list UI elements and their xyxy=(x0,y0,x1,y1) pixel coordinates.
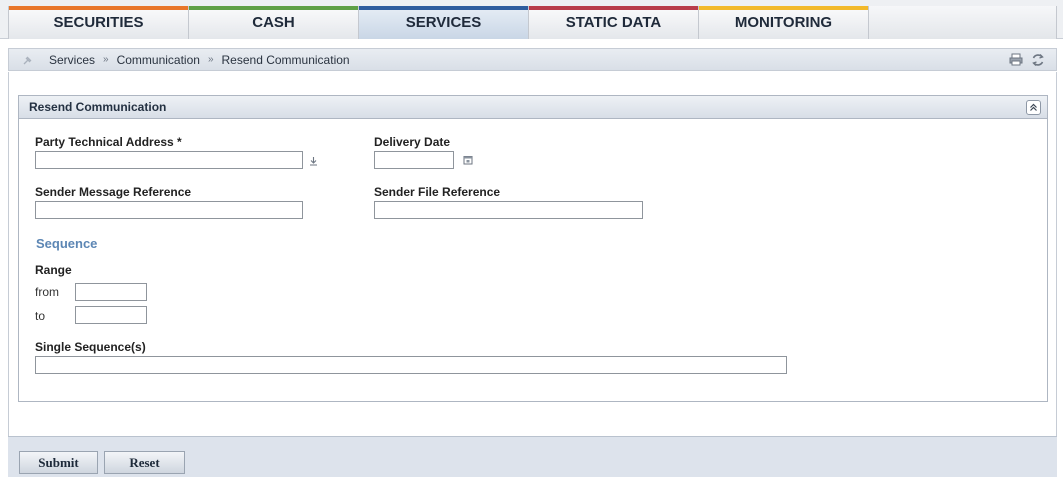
download-arrow-icon[interactable] xyxy=(307,155,319,167)
content-left-border xyxy=(8,72,9,436)
tab-services[interactable]: SERVICES xyxy=(359,6,529,39)
tab-label: SECURITIES xyxy=(53,14,144,31)
refresh-icon[interactable] xyxy=(1030,52,1046,67)
range-to-input[interactable] xyxy=(75,306,147,324)
sender-file-reference-label: Sender File Reference xyxy=(374,185,501,199)
tab-color-bar xyxy=(189,6,358,10)
tab-label: MONITORING xyxy=(734,14,833,31)
tab-color-bar xyxy=(9,6,188,10)
pin-icon[interactable] xyxy=(23,55,33,65)
tab-color-bar xyxy=(699,6,868,10)
breadcrumb-communication[interactable]: Communication xyxy=(117,53,200,67)
range-from-input[interactable] xyxy=(75,283,147,301)
single-sequences-label: Single Sequence(s) xyxy=(35,340,146,354)
breadcrumb-services[interactable]: Services xyxy=(49,53,95,67)
breadcrumb-resend-communication: Resend Communication xyxy=(221,52,350,67)
panel-title: Resend Communication xyxy=(29,100,167,114)
breadcrumb-tools xyxy=(1008,52,1046,67)
tab-label: SERVICES xyxy=(405,14,482,31)
main-tab-bar: SECURITIES CASH SERVICES STATIC DATA MON… xyxy=(0,0,1063,39)
tab-label: CASH xyxy=(252,14,295,31)
form-footer: Submit Reset xyxy=(8,436,1057,477)
content-right-border xyxy=(1056,72,1057,436)
reset-button[interactable]: Reset xyxy=(104,451,185,474)
single-sequences-input[interactable] xyxy=(35,356,787,374)
range-from-label: from xyxy=(35,285,59,299)
party-technical-address-input[interactable] xyxy=(35,151,303,169)
tab-cash[interactable]: CASH xyxy=(189,6,359,39)
breadcrumb: Services » Communication » Resend Commun… xyxy=(8,48,1057,71)
tab-color-bar xyxy=(529,6,698,10)
tab-monitoring[interactable]: MONITORING xyxy=(699,6,869,39)
submit-button[interactable]: Submit xyxy=(19,451,98,474)
tab-color-bar xyxy=(359,6,528,10)
panel-header: Resend Communication xyxy=(19,96,1047,119)
sender-message-reference-label: Sender Message Reference xyxy=(35,185,192,199)
breadcrumb-separator: » xyxy=(207,54,214,65)
tab-label: STATIC DATA xyxy=(565,14,662,31)
delivery-date-input[interactable] xyxy=(374,151,454,169)
sequence-section-title: Sequence xyxy=(36,236,98,251)
tab-static-data[interactable]: STATIC DATA xyxy=(529,6,699,39)
tab-securities[interactable]: SECURITIES xyxy=(9,6,189,39)
chevron-double-up-icon[interactable] xyxy=(1026,100,1041,115)
range-to-label: to xyxy=(35,309,46,323)
sender-file-reference-input[interactable] xyxy=(374,201,643,219)
resend-communication-panel: Resend Communication Party Technical Add… xyxy=(18,95,1048,402)
breadcrumb-separator: » xyxy=(103,54,109,65)
print-icon[interactable] xyxy=(1008,52,1024,67)
calendar-icon[interactable] xyxy=(462,154,474,166)
party-technical-address-label: Party Technical Address * xyxy=(35,135,182,149)
delivery-date-label: Delivery Date xyxy=(374,135,451,149)
sender-message-reference-input[interactable] xyxy=(35,201,303,219)
range-label: Range xyxy=(35,263,72,277)
